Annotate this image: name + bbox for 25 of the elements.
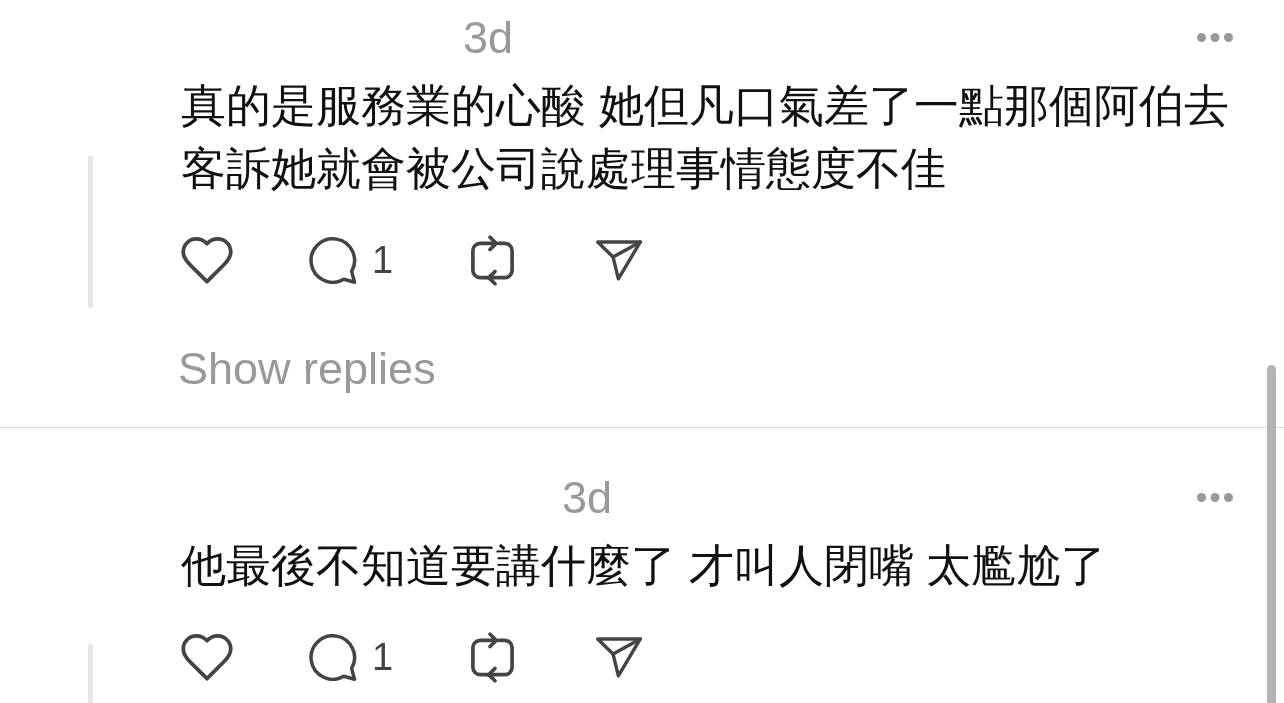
heart-icon [181, 236, 233, 284]
comment-text: 真的是服務業的心酸 她但凡口氣差了一點那個阿伯去客訴她就會被公司說處理事情態度不佳 [181, 79, 1230, 196]
share-button[interactable] [596, 239, 643, 281]
comment-text: 他最後不知道要講什麼了 才叫人閉嘴 太尷尬了 [181, 539, 1107, 593]
more-icon [1197, 492, 1233, 502]
speech-bubble-icon [309, 236, 357, 284]
paper-plane-icon [596, 636, 643, 678]
timestamp: 3d [562, 474, 613, 520]
like-button[interactable] [181, 633, 233, 681]
speech-bubble-icon [309, 633, 357, 681]
repost-icon [469, 234, 517, 286]
reply-button[interactable]: 1 [309, 236, 394, 284]
more-button[interactable] [1197, 32, 1233, 42]
timestamp: 3d [463, 14, 514, 60]
more-button[interactable] [1197, 492, 1233, 502]
repost-button[interactable] [469, 631, 517, 683]
paper-plane-icon [596, 239, 643, 281]
more-icon [1197, 32, 1233, 42]
repost-button[interactable] [469, 234, 517, 286]
like-button[interactable] [181, 236, 233, 284]
share-button[interactable] [596, 636, 643, 678]
reply-button[interactable]: 1 [309, 633, 394, 681]
repost-icon [469, 631, 517, 683]
scrollbar-thumb[interactable] [1267, 365, 1276, 703]
heart-icon [181, 633, 233, 681]
